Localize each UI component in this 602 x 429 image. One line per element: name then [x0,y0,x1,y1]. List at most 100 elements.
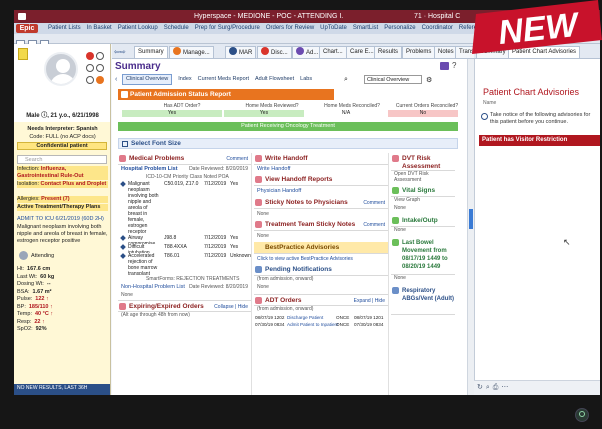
sticky-note-icon[interactable] [18,48,28,60]
back-forward-icon[interactable]: ⇦⇨ [114,48,126,56]
expiring-collapse-link[interactable]: Collapse | Hide [214,301,248,313]
no-new-results-bar[interactable]: NO NEW RESULTS, LAST 36H [14,384,110,395]
menu-coordinator[interactable]: Coordinator [422,23,453,34]
subtab-adult-flowsheet[interactable]: Adult Flowsheet [255,74,294,85]
subtab-clinical-overview[interactable]: Clinical Overview [122,74,173,85]
write-handoff-header[interactable]: Write Handoff [254,153,388,165]
intake-output-header[interactable]: Intake/Outp [391,215,455,227]
menubar-items: Patient Lists In Basket Patient Lookup Sche… [42,23,490,34]
bowel-movement-header[interactable]: Last Bowel Movement from 08/17/19 1449 t… [391,237,455,275]
patient-avatar[interactable] [44,52,78,86]
refresh-icon[interactable]: ↻ [477,384,486,391]
subtab-labs[interactable]: Labs [300,74,312,85]
warning-icon[interactable] [96,76,104,84]
attending-row[interactable]: Attending [17,251,108,261]
sticky-team-header[interactable]: Treatment Team Sticky Notes Comment [254,219,388,231]
active-treatment-plans[interactable]: Active Treatment/Therapy Plans [17,204,108,211]
clinical-overview-select[interactable]: Clinical Overview [364,75,422,84]
medical-problems-header[interactable]: Medical Problems Comment [118,153,251,165]
tab-summary[interactable]: Summary [134,46,168,58]
allergies-row[interactable]: Allergies: Present (7) [17,196,108,203]
care-team-icon[interactable] [86,64,94,72]
problem-row[interactable]: Malignant neoplasm involving both nipple… [118,181,251,235]
problem-row[interactable]: Accelerated rejection of bone marrow tra… [118,253,251,275]
dvt-header[interactable]: DVT Risk Assessment [391,153,455,171]
sticky-physicians-comment[interactable]: Comment [363,197,385,209]
patient-name[interactable]: Male ⓘ, 21 y.o., 6/21/1998 [14,110,110,119]
admission-status-header[interactable]: Patient Admission Status Report [118,89,334,100]
sticky-physicians-header[interactable]: Sticky Notes to Physicians Comment [254,197,388,209]
hospital-problem-list-row: Hospital Problem List Date Reviewed: 8/20… [118,165,251,174]
menu-schedule[interactable]: Schedule [164,23,189,34]
flag-icon[interactable] [96,52,104,60]
bpa-header[interactable]: BestPractice Advisories [254,242,388,254]
share-icon[interactable] [86,76,94,84]
vital-signs-title: Vital Signs [402,187,436,194]
expiring-orders-header[interactable]: Expiring/Expired Orders Collapse | Hide [118,300,251,312]
hospital-problem-list-link[interactable]: Hospital Problem List [118,166,178,172]
menu-smartlist[interactable]: SmartList [353,23,378,34]
menu-prep-surg[interactable]: Prep for Surg/Procedure [195,23,260,34]
adt-order-row[interactable]: 08/07/19 1202 Discharge Patient ONCE 08/07/… [254,314,388,321]
problems-comment-link[interactable]: Comment [226,153,248,165]
tab-problems[interactable]: Problems [402,46,436,58]
isolation-row[interactable]: Isolation: Contact Plus and Droplet [17,181,108,188]
adt-orders-header[interactable]: ADT Orders Expand | Hide [254,294,388,306]
non-hospital-problem-link[interactable]: Non-Hospital Problem List [118,284,185,290]
epic-logo-button[interactable]: Epic [16,24,38,33]
adt-order-row[interactable]: 07/30/19 0834 Admit Patient to Inpatient O… [254,321,388,328]
abnormal-high-icon: ↑ [40,318,45,325]
storyboard-search-input[interactable]: Search [17,155,107,164]
tab-results[interactable]: Results [374,46,403,58]
bpa-link[interactable]: Click to view active BestPractice Adviso… [254,254,388,264]
subtab-current-meds[interactable]: Current Meds Report [198,74,249,85]
write-handoff-link[interactable]: Write Handoff [254,165,388,174]
respiratory-header[interactable]: Respiratory ABGs/Vent (Adult) [391,285,455,315]
app-menu-icon[interactable] [18,13,26,20]
adt-expand-link[interactable]: Expand | Hide [354,295,385,307]
search-icon[interactable]: ⌕ [344,74,348,85]
menu-uptodate[interactable]: UpToDate [320,23,347,34]
tab-chart-review[interactable]: Chart... [319,46,347,58]
menu-patient-lists[interactable]: Patient Lists [48,23,81,34]
view-graph-link[interactable]: View Graph [391,197,455,205]
problem-code: J98.8 [164,235,177,241]
tab-manage[interactable]: Manage... [169,46,214,58]
tab-care-everywhere[interactable]: Care E... [346,46,378,58]
tab-mar[interactable]: MAR [225,46,257,58]
contact-icon[interactable] [96,64,104,72]
menu-in-basket[interactable]: In Basket [87,23,112,34]
search-sidebar-icon[interactable]: ⌕ [486,384,493,391]
power-button[interactable] [575,408,589,422]
problem-row[interactable]: Airway compromise J98.8 7/12/2019 Yes [118,235,251,244]
help-icon[interactable]: ? [452,61,456,70]
select-font-size-bar[interactable]: Select Font Size [118,138,458,149]
physician-handoff-link[interactable]: Physician Handoff [254,186,388,197]
subtab-index[interactable]: Index [178,74,191,85]
smartforms-link[interactable]: SmartForms: REJECTION TREATMENTS [118,275,251,283]
scrollbar-thumb[interactable] [469,209,473,229]
admit-info[interactable]: ADMIT TO ICU 6/21/2019 (60D 2H) [17,216,108,223]
tab-admission[interactable]: Ad... [292,46,323,58]
alert-icon[interactable] [86,52,94,60]
tab-summary-label: Summary [138,49,164,55]
vital-signs-header[interactable]: Vital Signs [391,185,455,197]
expand-left-icon[interactable]: ‹ [115,74,117,85]
dvt-open-link[interactable]: Open DVT Risk Assessment [391,171,455,185]
sticky-team-comment[interactable]: Comment [363,219,385,231]
visitor-restriction-advisory[interactable]: Patient has Visitor Restriction [479,135,600,146]
settings-icon[interactable]: ⚙ [426,76,432,84]
infection-row[interactable]: Infection: Influenza, Gastrointestinal R… [17,166,108,180]
menu-personalize[interactable]: Personalize [384,23,415,34]
tab-discharge[interactable]: Disc... [257,46,292,58]
main-scrollbar[interactable] [467,59,474,395]
problem-row[interactable]: Difficult intubation T88.4XXA 7/12/2019 Yes [118,244,251,253]
pending-none: None [257,284,269,290]
print-icon[interactable] [440,62,449,70]
more-icon[interactable]: ⋯ [501,384,511,391]
code-status[interactable]: Code: FULL (no ACP docs) [17,134,108,141]
menu-patient-lookup[interactable]: Patient Lookup [118,23,158,34]
menu-orders-review[interactable]: Orders for Review [266,23,314,34]
pending-notifications-header[interactable]: Pending Notifications [254,264,388,276]
view-handoff-header[interactable]: View Handoff Reports [254,174,388,186]
